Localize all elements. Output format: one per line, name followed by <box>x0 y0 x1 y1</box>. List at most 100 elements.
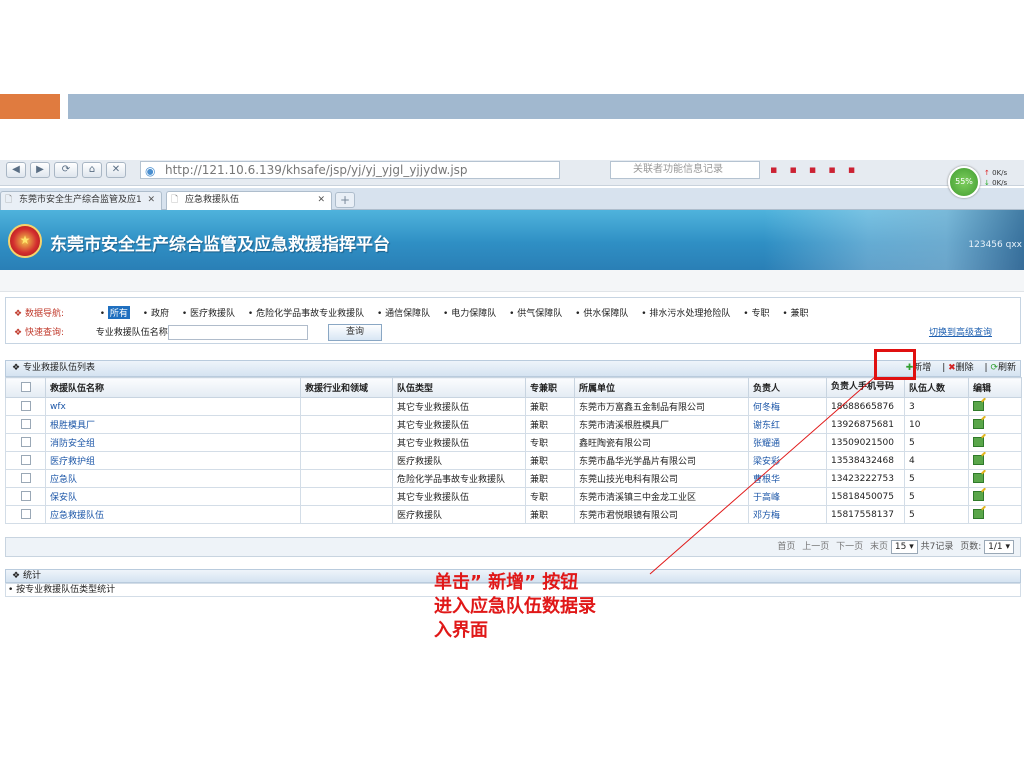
emblem-logo: ★ <box>8 224 42 258</box>
network-speed-gauge[interactable]: 55% <box>948 166 980 198</box>
edit-cell[interactable] <box>968 469 1022 488</box>
team-name-input[interactable] <box>167 325 308 340</box>
field-cell <box>300 505 393 524</box>
first-page-link[interactable]: 首页 <box>777 542 795 552</box>
checkbox[interactable] <box>5 451 46 470</box>
column-header[interactable]: 队伍类型 <box>392 377 526 398</box>
column-header[interactable]: 负责人手机号码 <box>826 377 905 398</box>
edit-icon[interactable] <box>973 437 984 448</box>
column-header[interactable]: 救援行业和领域 <box>300 377 393 398</box>
nav-item[interactable]: • 供水保障队 <box>575 306 628 319</box>
team-name-cell[interactable]: 医疗救护组 <box>45 451 301 470</box>
table-row[interactable]: 医疗救护组 医疗救援队 兼职 东莞市晶华光学晶片有限公司 梁安彩 13538432468 4 <box>5 451 1022 470</box>
nav-item[interactable]: • 排水污水处理抢险队 <box>641 306 730 319</box>
type-cell: 医疗救援队 <box>392 451 526 470</box>
prev-page-link[interactable]: 上一页 <box>802 542 829 552</box>
nav-item[interactable]: • 政府 <box>143 306 169 319</box>
duty-cell: 专职 <box>525 487 575 506</box>
column-header[interactable]: 所属单位 <box>574 377 749 398</box>
column-header[interactable]: 编辑 <box>968 377 1022 398</box>
team-name-cell[interactable]: 根胜模具厂 <box>45 415 301 434</box>
table-row[interactable]: 消防安全组 其它专业救援队伍 专职 鑫旺陶瓷有限公司 张耀通 13509021500 5 <box>5 433 1022 452</box>
last-page-link[interactable]: 末页 <box>870 542 888 552</box>
column-header[interactable]: 救援队伍名称 <box>45 377 301 398</box>
checkbox[interactable] <box>5 433 46 452</box>
user-info[interactable]: 123456 qxx <box>968 240 1022 250</box>
edit-icon[interactable] <box>973 419 984 430</box>
nav-item[interactable]: • 兼职 <box>782 306 808 319</box>
next-page-link[interactable]: 下一页 <box>836 542 863 552</box>
edit-cell[interactable] <box>968 451 1022 470</box>
network-speed-readout: ↑ 0K/s ↓ 0K/s <box>984 169 1008 187</box>
column-header[interactable]: 队伍人数 <box>904 377 969 398</box>
table-row[interactable]: 保安队 其它专业救援队伍 专职 东莞市清溪镇三中金龙工业区 于高峰 15818450075… <box>5 487 1022 506</box>
checkbox[interactable] <box>5 487 46 506</box>
leader-cell[interactable]: 张耀通 <box>748 433 827 452</box>
advanced-query-link[interactable]: 切换到高级查询 <box>929 325 992 338</box>
tab-platform[interactable]: 🗋 东莞市安全生产综合监管及应1 ✕ <box>0 191 162 210</box>
edit-cell[interactable] <box>968 487 1022 506</box>
table-row[interactable]: 应急队 危险化学品事故专业救援队 兼职 东莞山技光电科有限公司 曹根华 134232227… <box>5 469 1022 488</box>
nav-item[interactable]: • 供气保障队 <box>509 306 562 319</box>
toolbar-icons[interactable]: ▪▪▪▪▪ <box>770 163 867 176</box>
edit-cell[interactable] <box>968 415 1022 434</box>
size-cell: 10 <box>904 415 969 434</box>
close-icon[interactable]: ✕ <box>147 192 155 209</box>
unit-cell: 东莞市君悦眼镜有限公司 <box>574 505 749 524</box>
team-name-cell[interactable]: 保安队 <box>45 487 301 506</box>
checkbox[interactable] <box>5 415 46 434</box>
nav-item-all[interactable]: • 所有 <box>100 306 130 319</box>
nav-item[interactable]: • 通信保障队 <box>377 306 430 319</box>
nav-item[interactable]: • 专职 <box>743 306 769 319</box>
back-arrow-icon[interactable]: ◀ <box>6 162 26 178</box>
checkbox[interactable] <box>5 469 46 488</box>
leader-cell[interactable]: 邓方梅 <box>748 505 827 524</box>
close-icon[interactable]: ✕ <box>317 192 325 209</box>
quick-query-row: ❖ 快速查询: 专业救援队伍名称 <box>14 325 308 340</box>
url-input[interactable]: ◉ http://121.10.6.139/khsafe/jsp/yj/yj_yj… <box>140 161 560 179</box>
leader-cell[interactable]: 于高峰 <box>748 487 827 506</box>
team-name-cell[interactable]: 应急救援队伍 <box>45 505 301 524</box>
edit-icon[interactable] <box>973 455 984 466</box>
app-header: ★ 东莞市安全生产综合监管及应急救援指挥平台 123456 qxx <box>0 210 1024 270</box>
leader-cell[interactable]: 谢东红 <box>748 415 827 434</box>
edit-cell[interactable] <box>968 433 1022 452</box>
stop-icon[interactable]: ✕ <box>106 162 126 178</box>
team-name-cell[interactable]: wfx <box>45 397 301 416</box>
team-name-cell[interactable]: 应急队 <box>45 469 301 488</box>
refresh-icon[interactable]: ⟳ <box>54 162 78 178</box>
table-row[interactable]: 应急救援队伍 医疗救援队 兼职 东莞市君悦眼镜有限公司 邓方梅 15817558137 5 <box>5 505 1022 524</box>
checkbox[interactable] <box>5 397 46 416</box>
edit-cell[interactable] <box>968 397 1022 416</box>
column-header[interactable]: 专兼职 <box>525 377 575 398</box>
leader-cell[interactable]: 梁安彩 <box>748 451 827 470</box>
edit-icon[interactable] <box>973 401 984 412</box>
page-size-select[interactable]: 15 ▾ <box>890 540 918 554</box>
new-tab-button[interactable]: + <box>335 192 355 208</box>
slide-accent-bar <box>0 94 60 119</box>
select-all-checkbox[interactable] <box>5 377 46 398</box>
tab-rescue-teams[interactable]: 🗋 应急救援队伍 ✕ <box>166 191 332 210</box>
forward-arrow-icon[interactable]: ▶ <box>30 162 50 178</box>
edit-icon[interactable] <box>973 473 984 484</box>
table-row[interactable]: 根胜模具厂 其它专业救援队伍 兼职 东莞市清溪根胜模具厂 谢东红 13926875681 1… <box>5 415 1022 434</box>
edit-icon[interactable] <box>973 509 984 520</box>
home-icon[interactable]: ⌂ <box>82 162 102 178</box>
table-row[interactable]: wfx 其它专业救援队伍 兼职 东莞市万富鑫五金制品有限公司 何冬梅 1868866587… <box>5 397 1022 416</box>
leader-cell[interactable]: 何冬梅 <box>748 397 827 416</box>
nav-item[interactable]: • 医疗救援队 <box>182 306 235 319</box>
column-header[interactable]: 负责人 <box>748 377 827 398</box>
leader-cell[interactable]: 曹根华 <box>748 469 827 488</box>
query-button[interactable]: 查询 <box>328 324 382 341</box>
refresh-button[interactable]: | ⟳刷新 <box>985 363 1016 373</box>
team-name-cell[interactable]: 消防安全组 <box>45 433 301 452</box>
duty-cell: 专职 <box>525 433 575 452</box>
checkbox[interactable] <box>5 505 46 524</box>
nav-item[interactable]: • 电力保障队 <box>443 306 496 319</box>
edit-icon[interactable] <box>973 491 984 502</box>
browser-search-input[interactable]: 关联者功能信息记录 <box>610 161 760 179</box>
edit-cell[interactable] <box>968 505 1022 524</box>
delete-button[interactable]: | ✖删除 <box>942 363 973 373</box>
nav-item[interactable]: • 危险化学品事故专业救援队 <box>248 306 364 319</box>
page-select[interactable]: 1/1 ▾ <box>984 540 1014 554</box>
